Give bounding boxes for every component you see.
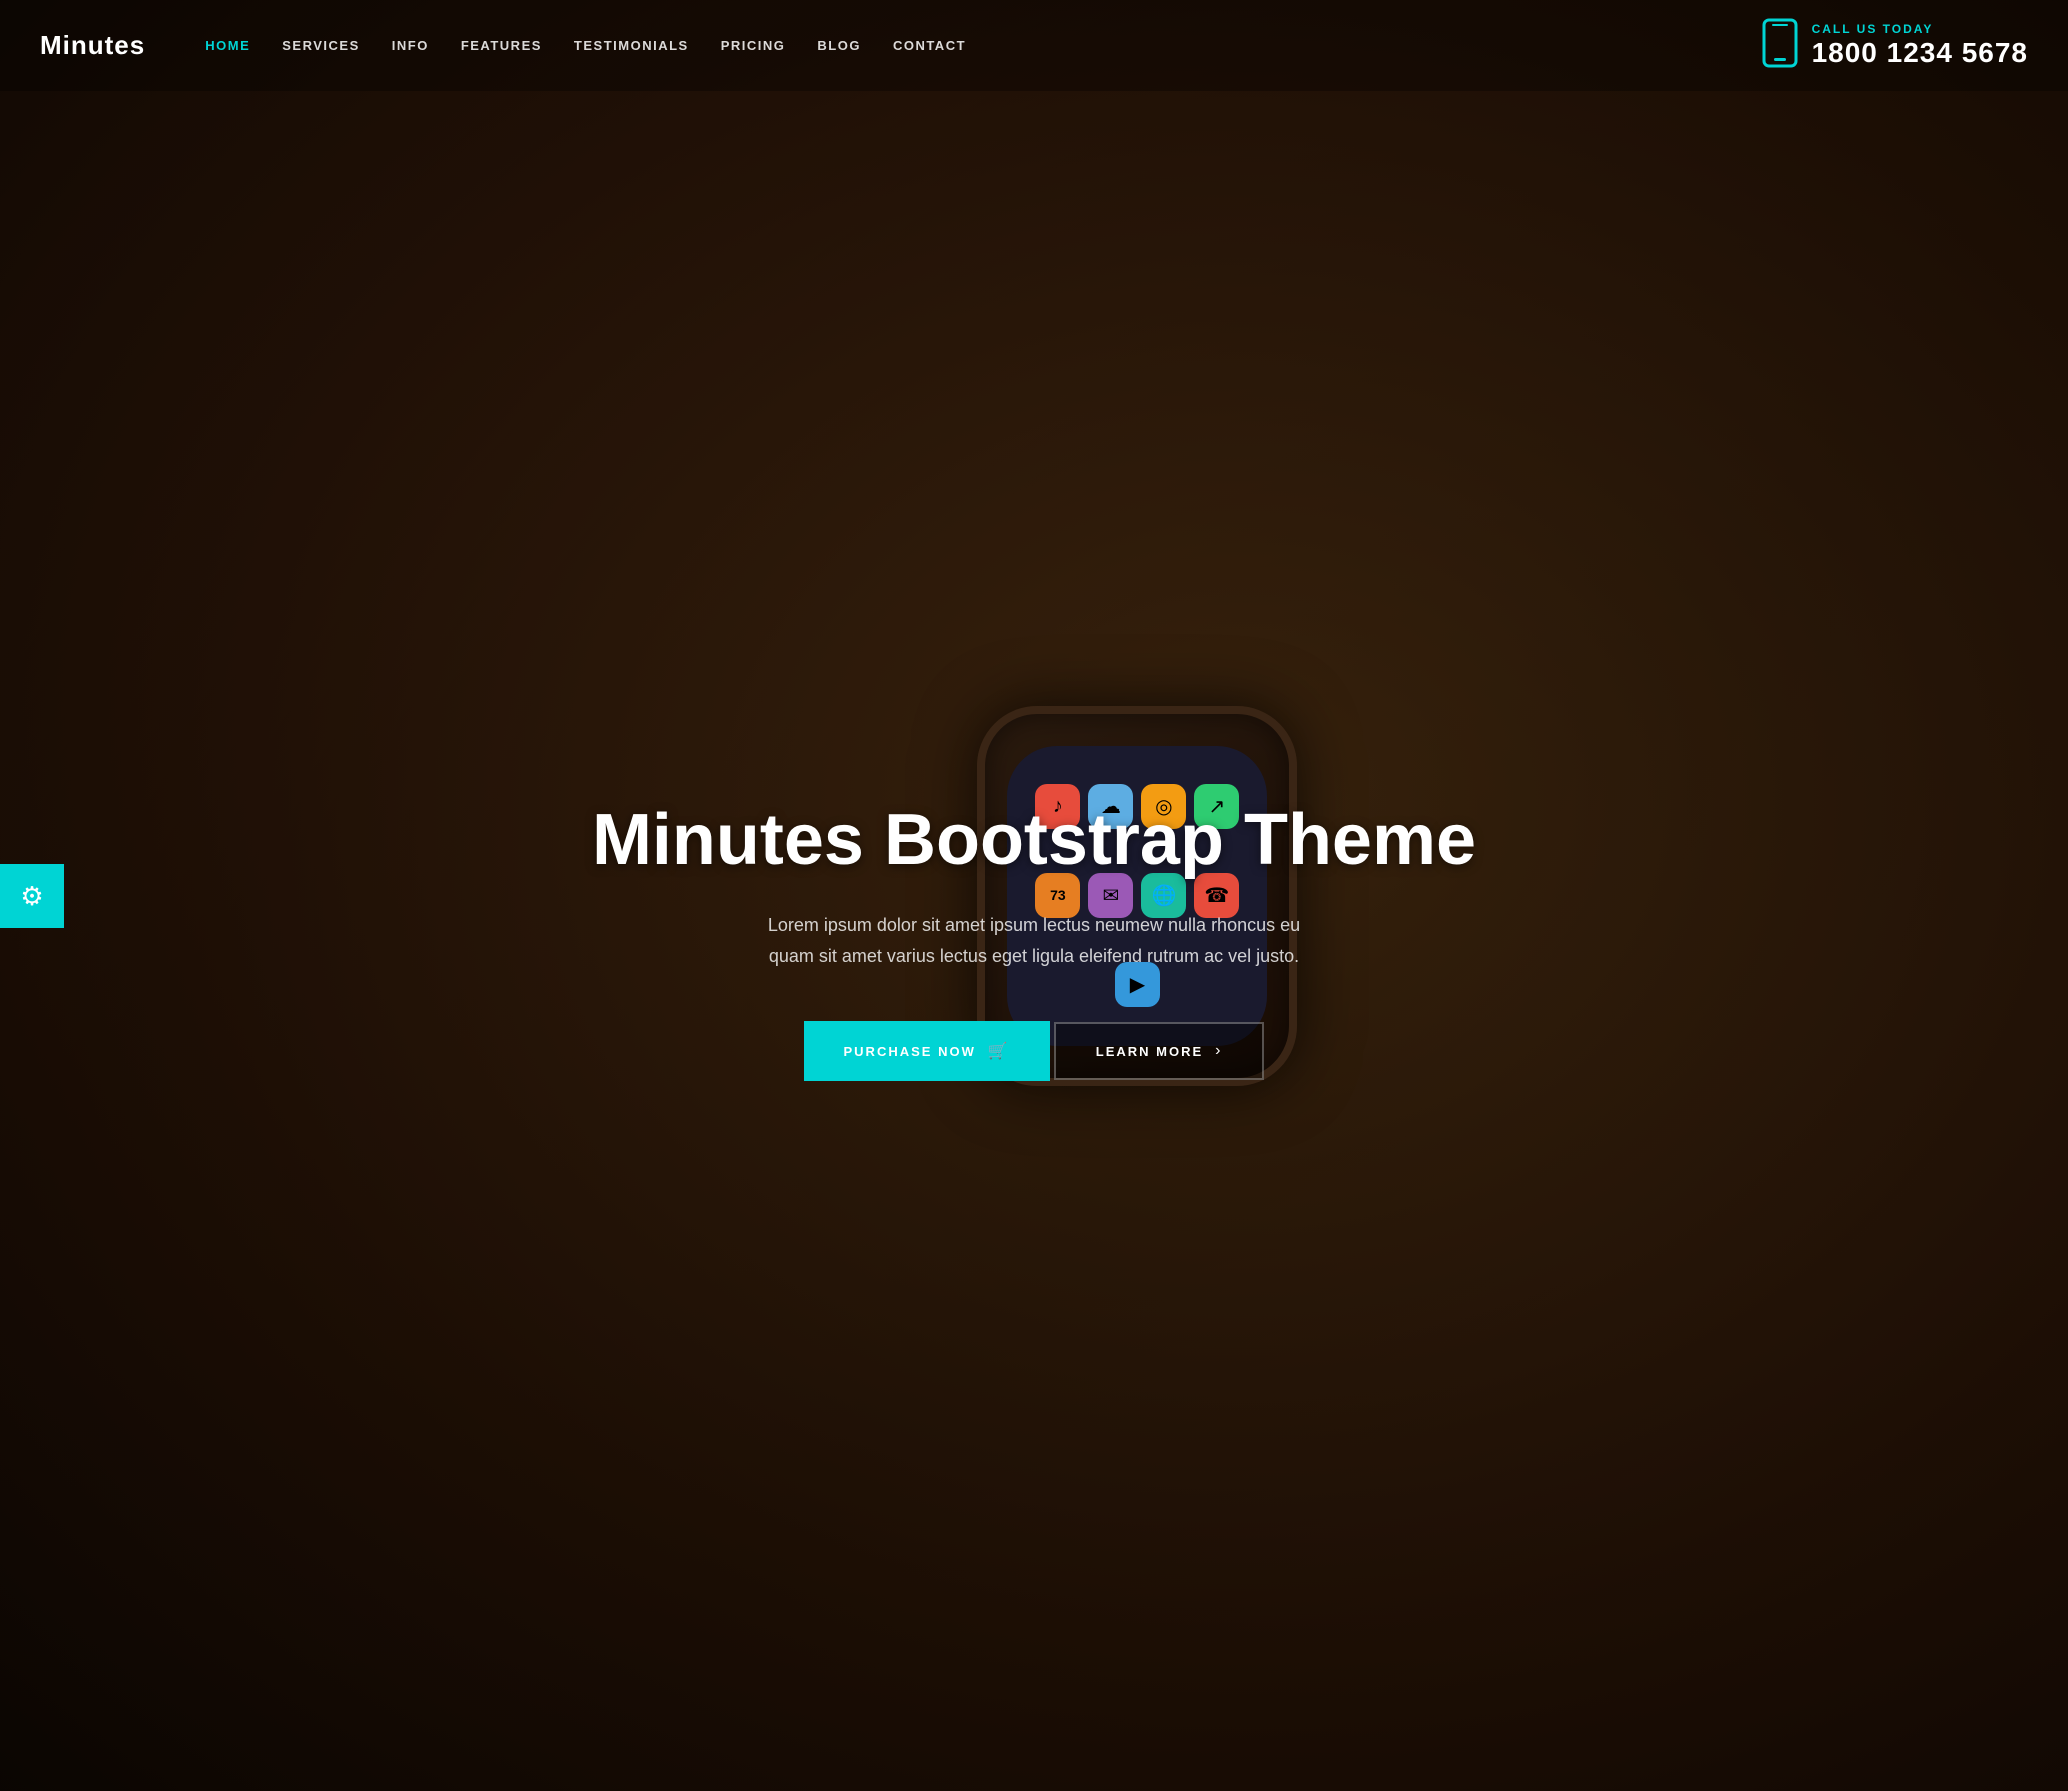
nav-home[interactable]: HOME — [205, 38, 250, 53]
call-us-label: CALL US TODAY — [1812, 22, 2028, 36]
hero-title: Minutes Bootstrap Theme — [592, 801, 1476, 880]
nav-features[interactable]: FEATURES — [461, 38, 542, 53]
settings-button[interactable]: ⚙ — [0, 864, 64, 928]
hero-section: ♪ ☁ ◎ ↗ 73 ✉ 🌐 ☎ ▶ Minutes HOME SERVICES… — [0, 0, 2068, 1791]
learn-more-label: LEARN MORE — [1096, 1044, 1203, 1059]
brand-logo[interactable]: Minutes — [40, 30, 145, 61]
learn-more-button[interactable]: LEARN MORE › — [1054, 1022, 1265, 1080]
phone-icon — [1762, 18, 1798, 73]
nav-pricing[interactable]: PRICING — [721, 38, 786, 53]
nav-contact[interactable]: CONTACT — [893, 38, 966, 53]
contact-text: CALL US TODAY 1800 1234 5678 — [1812, 22, 2028, 70]
purchase-label: PURCHASE NOW — [844, 1044, 976, 1059]
cart-icon: 🛒 — [988, 1041, 1010, 1061]
phone-number[interactable]: 1800 1234 5678 — [1812, 36, 2028, 70]
chevron-right-icon: › — [1215, 1042, 1222, 1060]
nav-info[interactable]: INFO — [392, 38, 429, 53]
navbar: Minutes HOME SERVICES INFO FEATURES TEST… — [0, 0, 2068, 91]
nav-testimonials[interactable]: TESTIMONIALS — [574, 38, 689, 53]
nav-services[interactable]: SERVICES — [282, 38, 360, 53]
hero-content: Minutes Bootstrap Theme Lorem ipsum dolo… — [0, 91, 2068, 1791]
nav-links: HOME SERVICES INFO FEATURES TESTIMONIALS… — [205, 38, 1761, 53]
hero-subtitle: Lorem ipsum dolor sit amet ipsum lectus … — [764, 910, 1304, 971]
gear-icon: ⚙ — [20, 883, 43, 909]
purchase-button[interactable]: PURCHASE NOW 🛒 — [804, 1021, 1050, 1081]
contact-info: CALL US TODAY 1800 1234 5678 — [1762, 18, 2028, 73]
nav-blog[interactable]: BLOG — [817, 38, 861, 53]
hero-buttons: PURCHASE NOW 🛒 LEARN MORE › — [804, 1021, 1265, 1081]
